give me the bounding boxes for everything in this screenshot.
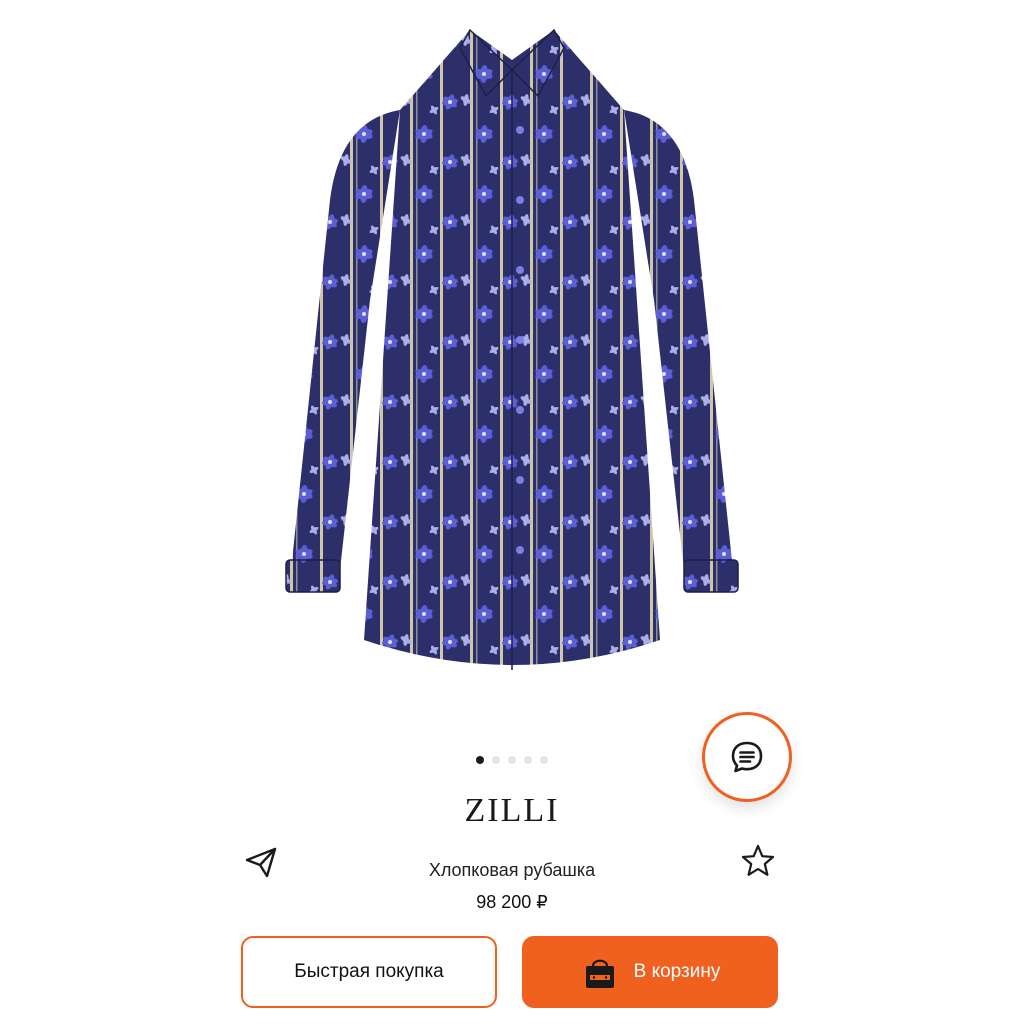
carousel-dot[interactable]	[508, 756, 516, 764]
brand-name[interactable]: ZILLI	[0, 792, 1024, 830]
carousel-dot[interactable]	[476, 756, 484, 764]
product-name: Хлопковая рубашка	[428, 860, 596, 880]
add-to-cart-label: В корзину	[633, 961, 721, 982]
chat-button[interactable]	[702, 712, 792, 802]
chat-icon	[731, 741, 763, 773]
product-price: 98 200 ₽	[476, 892, 548, 912]
carousel-dot[interactable]	[524, 756, 532, 764]
add-to-cart-button[interactable]: В корзину	[522, 936, 778, 1008]
product-image[interactable]	[220, 0, 804, 720]
carousel-dot[interactable]	[540, 756, 548, 764]
quick-buy-label: Быстрая покупка	[294, 961, 444, 982]
shopping-bag-icon	[585, 959, 614, 988]
product-screen: ZILLI Хлопковая рубашка 98 200 ₽ Быстрая…	[0, 0, 1024, 1024]
carousel-dot[interactable]	[492, 756, 500, 764]
shirt-image	[285, 28, 739, 670]
carousel-indicator[interactable]	[0, 756, 1024, 764]
quick-buy-button[interactable]: Быстрая покупка	[241, 936, 497, 1008]
